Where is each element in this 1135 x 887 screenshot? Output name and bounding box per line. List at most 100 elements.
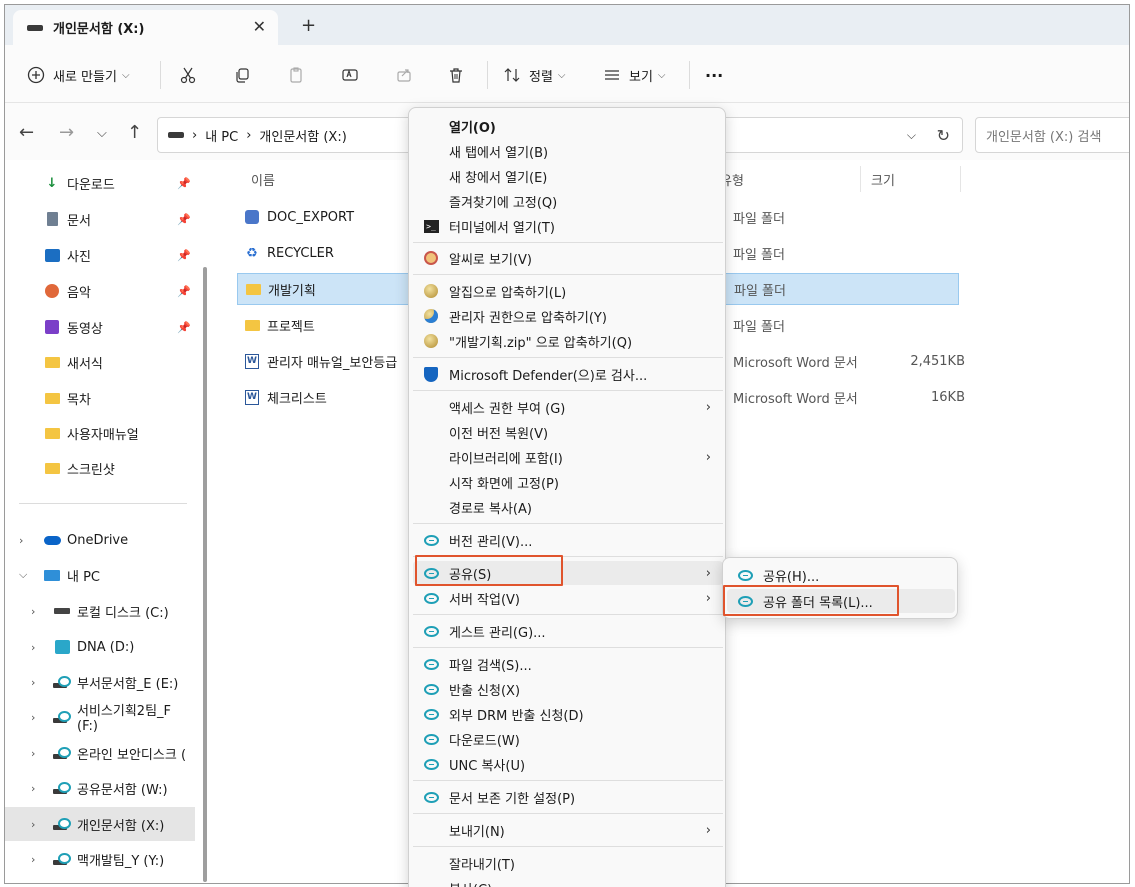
sidebar-item-videos[interactable]: 동영상 📌: [5, 310, 195, 344]
sidebar-item-drive-w[interactable]: › 공유문서함 (W:): [5, 771, 195, 805]
rename-button[interactable]: [339, 63, 361, 87]
menu-item-pin-start[interactable]: 시작 화면에 고정(P): [413, 470, 723, 494]
copy-button[interactable]: [231, 63, 253, 87]
new-button[interactable]: 새로 만들기 ⌵: [25, 63, 130, 87]
chevron-right-icon[interactable]: ›: [31, 782, 35, 795]
sidebar-item-drive-y[interactable]: › 맥개발팀_Y (Y:): [5, 842, 195, 876]
menu-item-guest[interactable]: 게스트 관리(G)...: [413, 619, 723, 643]
menu-item-pin-favorites[interactable]: 즐겨찾기에 고정(Q): [413, 189, 723, 213]
menu-item-version[interactable]: 버전 관리(V)...: [413, 528, 723, 552]
menu-item-label: 알집으로 압축하기(L): [449, 285, 567, 301]
column-divider[interactable]: [860, 166, 861, 192]
doc-client-icon: [423, 756, 439, 772]
sidebar-item-label: 목차: [67, 392, 91, 408]
back-arrow-icon[interactable]: ←: [19, 122, 34, 143]
menu-item-open-terminal[interactable]: >_ 터미널에서 열기(T): [413, 214, 723, 238]
pin-icon[interactable]: 📌: [177, 177, 191, 190]
column-divider[interactable]: [960, 166, 961, 192]
menu-item-share[interactable]: 공유(S) ›: [413, 561, 723, 585]
sidebar-item-drive-d[interactable]: › DNA (D:): [5, 630, 195, 664]
menu-item-send-to[interactable]: 보내기(N) ›: [413, 818, 723, 842]
sidebar-item-pictures[interactable]: 사진 📌: [5, 238, 195, 272]
menu-item-alzip-named[interactable]: "개발기획.zip" 으로 압축하기(Q): [413, 329, 723, 353]
sidebar-item-documents[interactable]: 문서 📌: [5, 202, 195, 236]
share-button[interactable]: [393, 63, 415, 87]
chevron-right-icon[interactable]: ›: [19, 534, 23, 547]
sidebar-item-drive-x[interactable]: › 개인문서함 (X:): [5, 807, 195, 841]
doc-client-icon: [423, 590, 439, 606]
sort-button[interactable]: 정렬 ⌵: [501, 63, 566, 87]
menu-item-defender[interactable]: Microsoft Defender(으)로 검사...: [413, 362, 723, 386]
search-input[interactable]: 개인문서함 (X:) 검색: [975, 117, 1129, 153]
menu-item-drm-export[interactable]: 외부 DRM 반출 신청(D): [413, 702, 723, 726]
view-label: 보기: [629, 69, 653, 85]
menu-item-alzip[interactable]: 알집으로 압축하기(L): [413, 279, 723, 303]
paste-button[interactable]: [285, 63, 307, 87]
menu-item-server-task[interactable]: 서버 작업(V) ›: [413, 586, 723, 610]
address-dropdown-icon[interactable]: ⌵: [907, 128, 916, 143]
chevron-right-icon[interactable]: ›: [31, 676, 35, 689]
pin-icon[interactable]: 📌: [177, 285, 191, 298]
pin-icon[interactable]: 📌: [177, 321, 191, 334]
sidebar-item-folder[interactable]: 목차: [5, 381, 195, 415]
delete-button[interactable]: [445, 63, 467, 87]
sidebar-scrollbar[interactable]: [203, 267, 207, 882]
menu-item-alsee[interactable]: 알씨로 보기(V): [413, 246, 723, 270]
close-tab-icon[interactable]: ✕: [253, 17, 266, 36]
chevron-down-icon[interactable]: ⌵: [19, 568, 27, 582]
tab-current[interactable]: 개인문서함 (X:) ✕: [13, 10, 278, 45]
breadcrumb-drive[interactable]: 개인문서함 (X:): [259, 126, 346, 145]
sidebar-item-drive-f[interactable]: › 서비스기획2팀_F (F:): [5, 700, 195, 734]
menu-item-download[interactable]: 다운로드(W): [413, 727, 723, 751]
pin-icon[interactable]: 📌: [177, 213, 191, 226]
menu-item-file-search[interactable]: 파일 검색(S)...: [413, 652, 723, 676]
sidebar-item-onedrive[interactable]: › OneDrive: [5, 523, 195, 557]
menu-item-retention[interactable]: 문서 보존 기한 설정(P): [413, 785, 723, 809]
sidebar-item-drive-e[interactable]: › 부서문서함_E (E:): [5, 665, 195, 699]
menu-item-unc-copy[interactable]: UNC 복사(U): [413, 752, 723, 776]
chevron-right-icon[interactable]: ›: [31, 747, 35, 760]
sidebar-item-music[interactable]: 음악 📌: [5, 274, 195, 308]
submenu-item-share-folder-list[interactable]: 공유 폴더 목록(L)...: [727, 589, 955, 613]
cut-button[interactable]: [177, 63, 199, 87]
folder-icon: [243, 317, 261, 333]
menu-item-restore-previous[interactable]: 이전 버전 복원(V): [413, 420, 723, 444]
toolbar-divider: [487, 61, 488, 89]
menu-item-copy-path[interactable]: 경로로 복사(A): [413, 495, 723, 519]
menu-item-export-request[interactable]: 반출 신청(X): [413, 677, 723, 701]
chevron-right-icon[interactable]: ›: [31, 818, 35, 831]
up-arrow-icon[interactable]: ↑: [127, 122, 142, 143]
breadcrumb-separator: ›: [192, 127, 198, 143]
more-options-button[interactable]: ···: [705, 63, 723, 87]
submenu-item-share[interactable]: 공유(H)...: [727, 563, 955, 587]
menu-item-grant-access[interactable]: 액세스 권한 부여 (G) ›: [413, 395, 723, 419]
sidebar-item-secure-disk[interactable]: › 온라인 보안디스크 (: [5, 736, 195, 770]
chevron-right-icon[interactable]: ›: [31, 853, 35, 866]
refresh-icon[interactable]: ↻: [937, 126, 950, 145]
sort-label: 정렬: [529, 69, 553, 85]
sidebar-item-mypc[interactable]: ⌵ 내 PC: [5, 558, 195, 592]
menu-item-open-new-window[interactable]: 새 창에서 열기(E): [413, 164, 723, 188]
menu-item-alzip-admin[interactable]: 관리자 권한으로 압축하기(Y): [413, 304, 723, 328]
menu-item-include-library[interactable]: 라이브러리에 포함(I) ›: [413, 445, 723, 469]
pin-icon[interactable]: 📌: [177, 249, 191, 262]
menu-item-copy[interactable]: 복사(C): [413, 876, 723, 887]
menu-item-open-new-tab[interactable]: 새 탭에서 열기(B): [413, 139, 723, 163]
view-button[interactable]: 보기 ⌵: [601, 63, 666, 87]
sidebar-item-folder[interactable]: 스크린샷: [5, 451, 195, 485]
breadcrumb-pc[interactable]: 내 PC: [205, 126, 238, 145]
menu-item-cut[interactable]: 잘라내기(T): [413, 851, 723, 875]
sidebar-item-drive-c[interactable]: › 로컬 디스크 (C:): [5, 594, 195, 628]
menu-item-open[interactable]: 열기(O): [413, 114, 723, 138]
forward-arrow-icon[interactable]: →: [59, 122, 74, 143]
sidebar-item-downloads[interactable]: ↓ 다운로드 📌: [5, 166, 195, 200]
column-header-name[interactable]: 이름: [251, 170, 275, 189]
chevron-right-icon[interactable]: ›: [31, 711, 35, 724]
column-header-size[interactable]: 크기: [871, 170, 895, 189]
sidebar-item-folder[interactable]: 사용자매뉴얼: [5, 416, 195, 450]
recent-chevron-icon[interactable]: ⌵: [97, 126, 107, 141]
new-tab-button[interactable]: +: [301, 15, 316, 36]
chevron-right-icon[interactable]: ›: [31, 605, 35, 618]
sidebar-item-folder[interactable]: 새서식: [5, 345, 195, 379]
chevron-right-icon[interactable]: ›: [31, 641, 35, 654]
